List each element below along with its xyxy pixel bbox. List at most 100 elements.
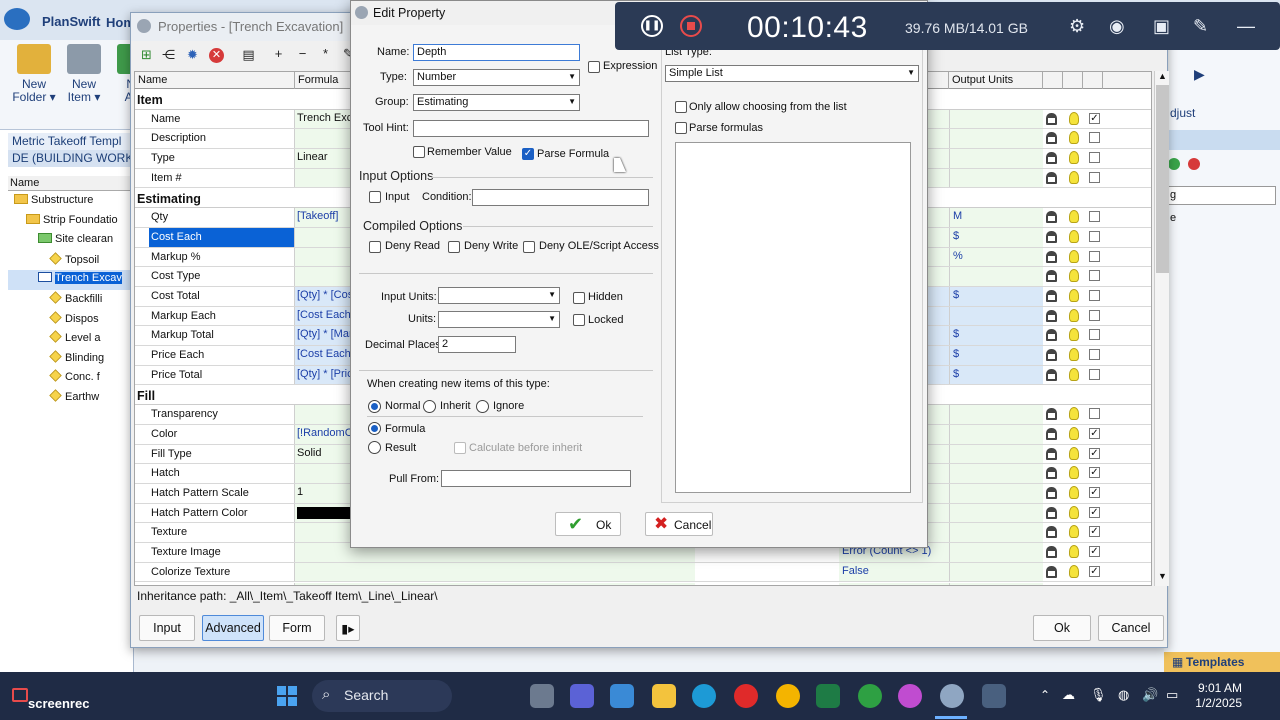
visible-checkbox[interactable]: ✓ <box>1089 112 1100 124</box>
visible-checkbox[interactable] <box>1089 309 1100 321</box>
property-output-units[interactable] <box>949 424 1043 444</box>
visible-checkbox[interactable]: ✓ <box>1089 467 1100 479</box>
tree-item[interactable]: Topsoil <box>8 251 134 271</box>
visible-checkbox[interactable] <box>1089 171 1100 183</box>
cancel-button[interactable]: Cancel <box>1098 615 1164 641</box>
lock-icon[interactable] <box>1046 112 1057 125</box>
taskbar-clock[interactable]: 9:01 AM 1/2/2025 <box>1192 681 1242 711</box>
property-name[interactable]: Name <box>149 109 295 129</box>
ribbon-button[interactable]: New Item ▾ <box>62 44 106 104</box>
visible-checkbox[interactable] <box>1089 290 1100 301</box>
property-output-units[interactable] <box>949 543 1043 562</box>
inherit-radio[interactable] <box>423 400 436 413</box>
visible-checkbox[interactable] <box>1089 211 1100 223</box>
parse-formula-checkbox[interactable]: ✓ <box>522 148 534 160</box>
lightbulb-icon[interactable] <box>1069 328 1079 342</box>
planswift-taskbar-icon[interactable] <box>940 684 964 708</box>
property-output-units[interactable] <box>949 444 1043 464</box>
property-name[interactable]: Colorize Texture <box>149 562 295 582</box>
property-output-units[interactable]: M <box>949 208 1043 227</box>
lock-icon[interactable] <box>1046 487 1057 499</box>
input-units-select[interactable] <box>438 287 560 304</box>
deny-ole-checkbox[interactable] <box>523 241 535 253</box>
list-type-select[interactable]: Simple List <box>665 65 919 82</box>
property-output-units[interactable]: $ <box>949 365 1043 385</box>
lock-icon[interactable] <box>1046 309 1057 322</box>
lightbulb-icon[interactable] <box>1069 229 1079 243</box>
add-icon[interactable] <box>1168 158 1180 170</box>
lightbulb-icon[interactable] <box>1069 269 1079 283</box>
type-select[interactable]: Number <box>413 69 580 86</box>
lock-icon[interactable] <box>1046 230 1057 243</box>
property-name[interactable]: Texture Image <box>149 543 295 562</box>
tree-item[interactable]: Trench Excav <box>8 270 134 290</box>
property-output-units[interactable]: $ <box>949 326 1043 346</box>
input-checkbox[interactable] <box>369 191 381 203</box>
property-name[interactable]: Markup Each <box>149 306 295 326</box>
group-select[interactable]: Estimating <box>413 94 580 111</box>
lightbulb-icon[interactable] <box>1069 367 1079 381</box>
pull-from-input[interactable] <box>441 470 631 487</box>
formula-radio[interactable] <box>368 422 381 435</box>
result-radio[interactable] <box>368 441 381 454</box>
lock-icon[interactable] <box>1046 152 1057 165</box>
visible-checkbox[interactable]: ✓ <box>1089 565 1100 577</box>
property-output-units[interactable]: $ <box>949 287 1043 306</box>
app-green-icon[interactable] <box>858 684 882 708</box>
property-output-units[interactable]: $ <box>949 346 1043 365</box>
property-name[interactable]: Texture Width <box>149 582 295 585</box>
property-name[interactable]: Fill Type <box>149 444 295 464</box>
property-name[interactable]: Cost Each <box>149 227 295 247</box>
lock-icon[interactable] <box>1046 546 1057 559</box>
input-button[interactable]: Input <box>139 615 195 641</box>
property-output-units[interactable] <box>949 168 1043 188</box>
property-output-units[interactable]: $ <box>949 227 1043 247</box>
layout-toggle-icon[interactable]: ▮▸ <box>336 615 360 641</box>
lightbulb-icon[interactable] <box>1069 131 1079 145</box>
expression-checkbox[interactable] <box>588 61 600 73</box>
file-explorer-icon[interactable] <box>652 684 676 708</box>
opera-icon[interactable] <box>734 684 758 708</box>
visible-checkbox[interactable] <box>1089 349 1100 361</box>
tree-item[interactable]: Strip Foundatio <box>8 212 134 232</box>
tree-item[interactable]: Site clearan <box>8 231 134 251</box>
lock-icon[interactable] <box>1046 447 1057 460</box>
windows-start-icon[interactable] <box>277 686 297 706</box>
lightbulb-icon[interactable] <box>1069 426 1079 440</box>
property-output-units[interactable] <box>949 523 1043 543</box>
visible-checkbox[interactable]: ✓ <box>1089 586 1100 587</box>
lightbulb-icon[interactable] <box>1069 348 1079 362</box>
property-output-units[interactable] <box>949 562 1043 582</box>
store-icon[interactable] <box>610 684 634 708</box>
visible-checkbox[interactable] <box>1089 230 1100 242</box>
lightbulb-icon[interactable] <box>1069 151 1079 165</box>
lightbulb-icon[interactable] <box>1069 486 1079 499</box>
tree-item[interactable]: Dispos <box>8 310 134 330</box>
taskbar-search[interactable]: ⌕ Search <box>312 680 452 712</box>
property-name[interactable]: Hatch Pattern Scale <box>149 484 295 503</box>
tree-item[interactable]: Level a <box>8 329 134 349</box>
property-name[interactable]: Type <box>149 149 295 168</box>
property-name[interactable]: Hatch Pattern Color <box>149 503 295 523</box>
lock-icon[interactable] <box>1046 526 1057 539</box>
units-select[interactable] <box>438 311 560 328</box>
camera-icon[interactable]: ▣ <box>1153 16 1170 37</box>
table-row[interactable]: Texture Width ✓ <box>135 582 1151 587</box>
deny-write-checkbox[interactable] <box>448 241 460 253</box>
lightbulb-icon[interactable] <box>1069 308 1079 322</box>
right-combo[interactable]: g <box>1166 186 1276 205</box>
property-name[interactable]: Texture <box>149 523 295 543</box>
lock-icon[interactable] <box>1046 270 1057 283</box>
condition-input[interactable] <box>472 189 649 206</box>
tree-item[interactable]: Backfilli <box>8 290 134 310</box>
visible-checkbox[interactable]: ✓ <box>1089 546 1100 558</box>
grid-icon[interactable]: ▤ <box>237 47 260 63</box>
form-button[interactable]: Form <box>269 615 325 641</box>
list-values-textarea[interactable] <box>675 142 911 493</box>
property-output-units[interactable] <box>949 484 1043 503</box>
deny-read-checkbox[interactable] <box>369 241 381 253</box>
property-name[interactable]: Item # <box>149 168 295 188</box>
lightbulb-icon[interactable] <box>1069 407 1079 421</box>
property-output-units[interactable] <box>949 464 1043 483</box>
property-name[interactable]: Price Each <box>149 346 295 365</box>
